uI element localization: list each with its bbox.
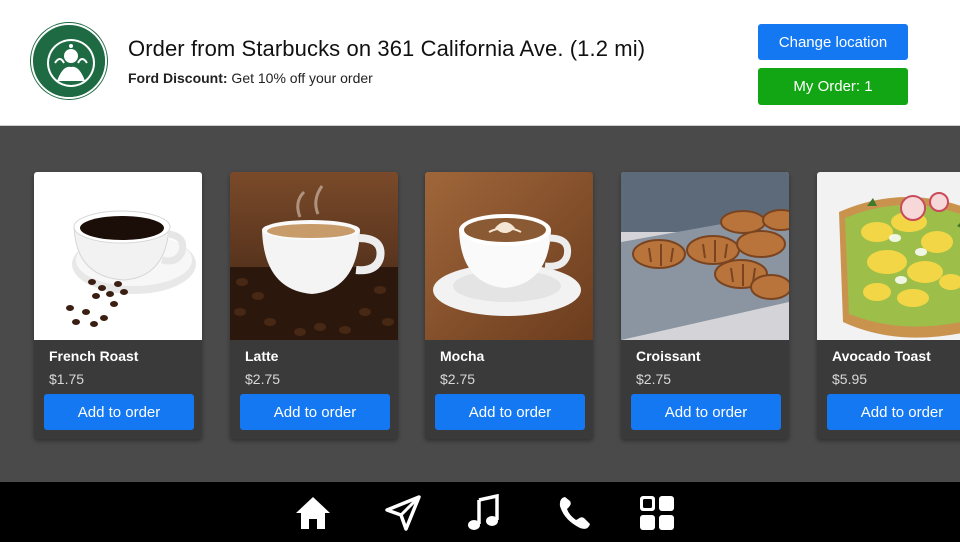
menu-item-card[interactable]: French Roast $1.75 Add to order	[34, 172, 202, 439]
menu-item-price: $1.75	[49, 371, 85, 387]
menu-item-price: $2.75	[636, 371, 672, 387]
menu-item-price: $5.95	[832, 371, 868, 387]
add-to-order-button[interactable]: Add to order	[435, 394, 585, 430]
menu-item-price: $2.75	[440, 371, 476, 387]
add-to-order-button[interactable]: Add to order	[827, 394, 960, 430]
discount-text: Get 10% off your order	[227, 70, 373, 86]
add-to-order-button[interactable]: Add to order	[631, 394, 781, 430]
menu-item-name: Latte	[245, 348, 279, 364]
home-icon[interactable]	[294, 494, 332, 532]
music-icon[interactable]	[465, 494, 503, 532]
phone-icon[interactable]	[556, 494, 594, 532]
menu-item-card[interactable]: Croissant $2.75 Add to order	[621, 172, 789, 439]
add-to-order-button[interactable]: Add to order	[240, 394, 390, 430]
apps-grid-icon[interactable]	[638, 494, 676, 532]
menu-item-card[interactable]: Latte $2.75 Add to order	[230, 172, 398, 439]
discount-info: Ford Discount: Get 10% off your order	[128, 70, 373, 86]
avocado-toast-photo	[817, 172, 960, 340]
add-to-order-button[interactable]: Add to order	[44, 394, 194, 430]
discount-label: Ford Discount:	[128, 70, 228, 86]
menu-item-price: $2.75	[245, 371, 281, 387]
menu-item-name: Avocado Toast	[832, 348, 931, 364]
bottom-navigation-bar	[0, 482, 960, 542]
french-roast-photo	[34, 172, 202, 340]
menu-item-name: Croissant	[636, 348, 701, 364]
header: Order from Starbucks on 361 California A…	[0, 0, 960, 126]
menu-item-card[interactable]: Avocado Toast $5.95 Add to order	[817, 172, 960, 439]
starbucks-logo-icon	[31, 23, 107, 99]
mocha-photo	[425, 172, 593, 340]
change-location-button[interactable]: Change location	[758, 24, 908, 60]
croissant-photo	[621, 172, 789, 340]
menu-item-name: French Roast	[49, 348, 139, 364]
menu-item-name: Mocha	[440, 348, 485, 364]
navigation-icon[interactable]	[384, 494, 422, 532]
store-title: Order from Starbucks on 361 California A…	[128, 36, 646, 61]
menu-item-card[interactable]: Mocha $2.75 Add to order	[425, 172, 593, 439]
menu-carousel[interactable]: French Roast $1.75 Add to order Latte $2…	[0, 126, 960, 482]
latte-photo	[230, 172, 398, 340]
my-order-button[interactable]: My Order: 1	[758, 68, 908, 105]
